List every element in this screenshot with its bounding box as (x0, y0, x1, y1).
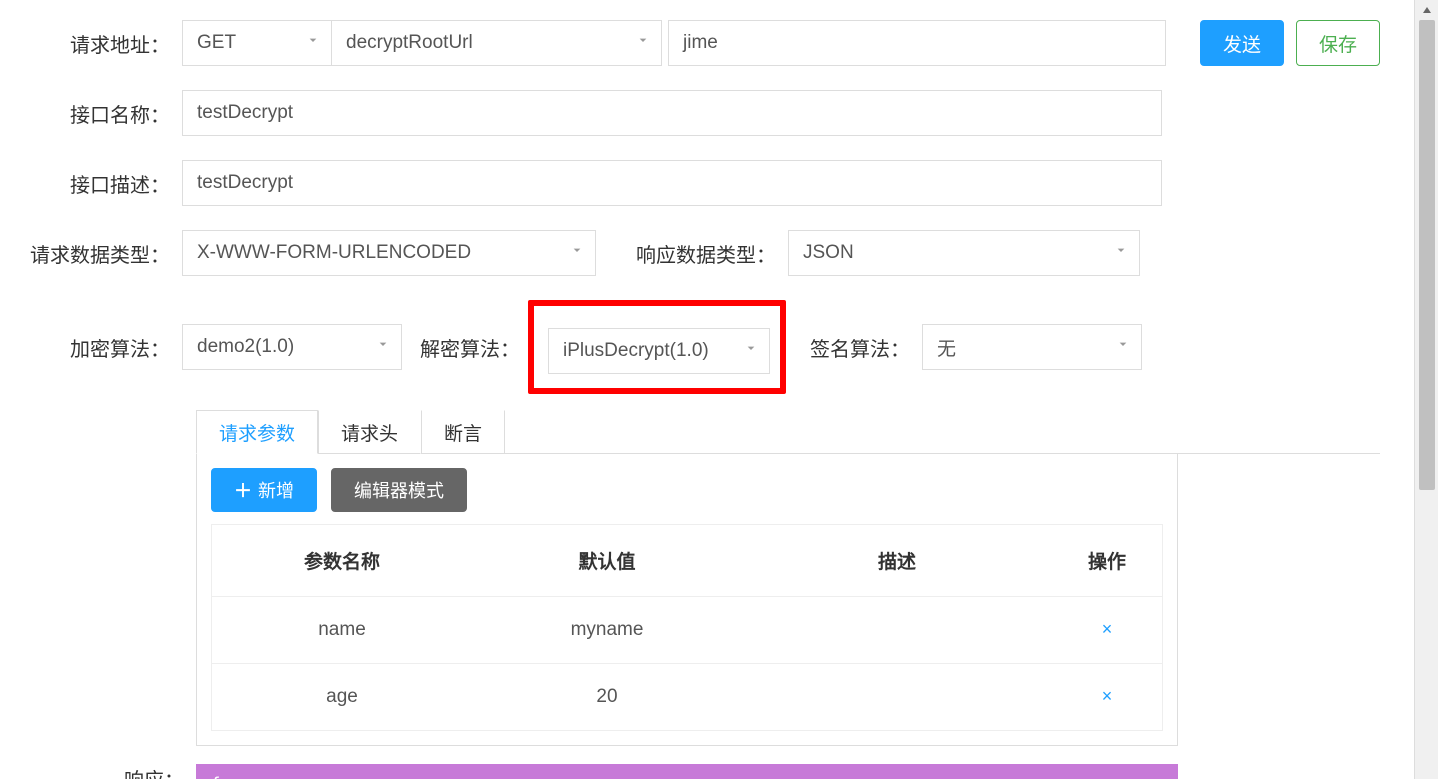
tab-headers[interactable]: 请求头 (318, 410, 421, 454)
api-name-value: testDecrypt (197, 102, 293, 124)
table-row: age 20 × (212, 664, 1162, 730)
chevron-down-icon (635, 32, 651, 54)
chevron-down-icon (1113, 242, 1129, 264)
encrypt-algo-value: demo2(1.0) (197, 336, 294, 358)
plus-icon: ＋ (234, 477, 252, 503)
req-data-type-value: X-WWW-FORM-URLENCODED (197, 242, 471, 264)
sign-algo-label: 签名算法： (798, 333, 922, 362)
encrypt-algo-label: 加密算法： (10, 333, 182, 362)
api-desc-input[interactable]: testDecrypt (182, 160, 1162, 206)
path-value: jime (683, 32, 718, 54)
api-name-row: 接口名称： testDecrypt (10, 90, 1380, 136)
params-table: 参数名称 默认值 描述 操作 name myname × age 20 × (211, 524, 1163, 731)
param-name-cell[interactable]: name (212, 597, 472, 663)
decrypt-algo-label: 解密算法： (420, 333, 524, 362)
save-button[interactable]: 保存 (1296, 20, 1380, 66)
request-url-label: 请求地址： (10, 29, 182, 58)
http-method-select[interactable]: GET (182, 20, 332, 66)
table-row: name myname × (212, 597, 1162, 664)
param-op-cell: × (1052, 664, 1162, 730)
col-op: 操作 (1052, 525, 1162, 596)
root-url-select[interactable]: decryptRootUrl (332, 20, 662, 66)
response-label: 响应： (10, 764, 196, 779)
resp-data-type-label: 响应数据类型： (624, 239, 788, 268)
add-button[interactable]: ＋新增 (211, 468, 317, 512)
encrypt-algo-select[interactable]: demo2(1.0) (182, 324, 402, 370)
param-desc-cell[interactable] (742, 597, 1052, 663)
resp-data-type-select[interactable]: JSON (788, 230, 1140, 276)
chevron-down-icon (375, 336, 391, 358)
data-type-row: 请求数据类型： X-WWW-FORM-URLENCODED 响应数据类型： JS… (10, 230, 1380, 276)
decrypt-highlight: iPlusDecrypt(1.0) (528, 300, 786, 394)
chevron-down-icon (1115, 336, 1131, 358)
param-default-cell[interactable]: myname (472, 597, 742, 663)
col-default: 默认值 (472, 525, 742, 596)
request-url-row: 请求地址： GET decryptRootUrl jime 发送 保存 (10, 20, 1380, 66)
response-row: 响应： { "dto": { (10, 764, 1380, 779)
root-url-value: decryptRootUrl (346, 32, 473, 54)
api-name-input[interactable]: testDecrypt (182, 90, 1162, 136)
tab-params[interactable]: 请求参数 (196, 410, 318, 454)
tab-assert[interactable]: 断言 (421, 410, 505, 454)
algo-row: 加密算法： demo2(1.0) 解密算法： iPlusDecrypt(1.0)… (10, 300, 1380, 394)
api-desc-value: testDecrypt (197, 172, 293, 194)
scrollbar-track[interactable] (1416, 0, 1438, 779)
col-param-name: 参数名称 (212, 525, 472, 596)
param-desc-cell[interactable] (742, 664, 1052, 730)
param-default-cell[interactable]: 20 (472, 664, 742, 730)
send-button[interactable]: 发送 (1200, 20, 1284, 66)
editor-mode-button[interactable]: 编辑器模式 (331, 468, 467, 512)
path-input[interactable]: jime (668, 20, 1166, 66)
add-label: 新增 (258, 477, 294, 503)
col-desc: 描述 (742, 525, 1052, 596)
scroll-up-arrow[interactable] (1416, 0, 1438, 20)
req-data-type-label: 请求数据类型： (10, 239, 182, 268)
tabs: 请求参数 请求头 断言 (196, 410, 1380, 454)
sign-algo-select[interactable]: 无 (922, 324, 1142, 370)
chevron-down-icon (743, 340, 759, 362)
param-name-cell[interactable]: age (212, 664, 472, 730)
api-desc-row: 接口描述： testDecrypt (10, 160, 1380, 206)
decrypt-algo-value: iPlusDecrypt(1.0) (563, 340, 709, 362)
req-data-type-select[interactable]: X-WWW-FORM-URLENCODED (182, 230, 596, 276)
button-row: ＋新增 编辑器模式 (211, 468, 1163, 512)
chevron-down-icon (305, 32, 321, 54)
http-method-value: GET (197, 32, 236, 54)
api-name-label: 接口名称： (10, 99, 182, 128)
delete-icon[interactable]: × (1102, 686, 1113, 706)
table-header: 参数名称 默认值 描述 操作 (212, 525, 1162, 597)
tab-body: ＋新增 编辑器模式 参数名称 默认值 描述 操作 name myname × (196, 454, 1178, 746)
api-desc-label: 接口描述： (10, 169, 182, 198)
chevron-down-icon (569, 242, 585, 264)
decrypt-algo-select[interactable]: iPlusDecrypt(1.0) (548, 328, 770, 374)
response-body[interactable]: { "dto": { (196, 764, 1178, 779)
resp-data-type-value: JSON (803, 242, 854, 264)
param-op-cell: × (1052, 597, 1162, 663)
scrollbar[interactable] (1414, 0, 1438, 779)
delete-icon[interactable]: × (1102, 619, 1113, 639)
scrollbar-thumb[interactable] (1419, 20, 1435, 490)
sign-algo-value: 无 (937, 334, 956, 361)
